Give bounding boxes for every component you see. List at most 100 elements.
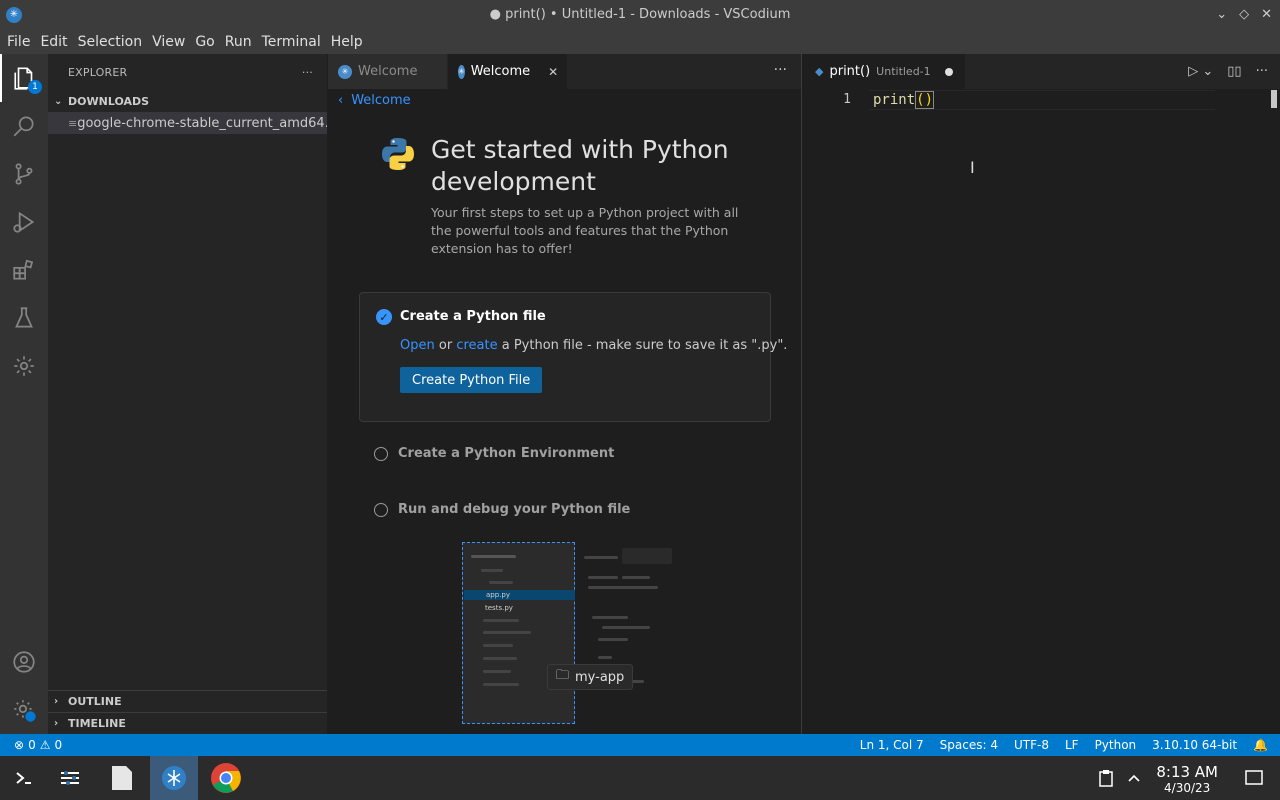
clock[interactable]: 8:13 AM 4/30/23 <box>1156 763 1218 795</box>
more-actions-icon[interactable]: ··· <box>1256 64 1268 79</box>
step-run-debug[interactable]: Run and debug your Python file <box>374 502 630 517</box>
step-create-python-file[interactable]: ✓ Create a Python file Open or create a … <box>359 292 787 422</box>
preview-file-app: app.py <box>464 590 575 600</box>
tab-welcome-active[interactable]: ✳ Welcome ✕ <box>448 54 568 89</box>
menu-file[interactable]: File <box>2 34 35 50</box>
explorer-header: EXPLORER ··· <box>48 54 327 90</box>
show-desktop-icon[interactable] <box>1230 756 1278 800</box>
timeline-section[interactable]: › TIMELINE <box>48 712 327 734</box>
left-tab-bar: ✳ Welcome ✳ Welcome ✕ ··· <box>328 54 801 89</box>
close-tab-icon[interactable]: ✕ <box>548 65 558 79</box>
settings-sliders-icon[interactable] <box>46 756 94 800</box>
error-count: 0 <box>28 738 36 752</box>
chrome-icon[interactable] <box>202 756 250 800</box>
file-item[interactable]: ≡ google-chrome-stable_current_amd64.... <box>48 112 327 134</box>
close-icon[interactable]: ✕ <box>1261 7 1272 22</box>
check-icon: ✓ <box>376 309 392 325</box>
radio-icon <box>374 502 388 517</box>
maximize-icon[interactable]: ◇ <box>1239 7 1249 22</box>
menu-terminal[interactable]: Terminal <box>257 34 326 50</box>
explorer-sidebar: EXPLORER ··· ⌄ DOWNLOADS ≡ google-chrome… <box>48 54 327 734</box>
vscodium-taskbar-icon[interactable] <box>150 756 198 800</box>
unsaved-dot-icon[interactable] <box>944 67 953 76</box>
chevron-right-icon: › <box>54 718 59 729</box>
right-editor-group: ◆ print() Untitled-1 ▷ ⌄ ▯▯ ··· 1 print(… <box>803 54 1280 734</box>
warning-count: 0 <box>54 738 63 752</box>
welcome-icon: ✳ <box>458 64 465 79</box>
menu-help[interactable]: Help <box>326 34 368 50</box>
file-icon: ≡ <box>68 116 78 130</box>
extensions-icon[interactable] <box>0 246 48 294</box>
taskbar: 8:13 AM 4/30/23 <box>0 756 1280 800</box>
manage-gear-icon[interactable] <box>0 686 48 734</box>
desc-text: a Python file - make sure to save it as … <box>497 338 788 353</box>
indentation[interactable]: Spaces: 4 <box>940 738 998 752</box>
tab-label: Welcome <box>470 64 531 79</box>
remote-settings-icon[interactable] <box>0 342 48 390</box>
step-label: Create a Python Environment <box>398 446 615 461</box>
activity-bar: 1 <box>0 54 48 734</box>
folder-label: DOWNLOADS <box>68 94 150 108</box>
file-manager-icon[interactable] <box>98 756 146 800</box>
encoding[interactable]: UTF-8 <box>1014 738 1049 752</box>
menu-view[interactable]: View <box>147 34 190 50</box>
run-file-icon[interactable]: ▷ ⌄ <box>1188 64 1213 79</box>
run-debug-icon[interactable] <box>0 198 48 246</box>
outline-label: OUTLINE <box>68 695 122 708</box>
code-line[interactable]: print() <box>873 91 935 109</box>
file-name: google-chrome-stable_current_amd64.... <box>77 115 327 131</box>
tab-label: Welcome <box>358 64 418 79</box>
create-link[interactable]: create <box>456 338 497 353</box>
accounts-icon[interactable] <box>0 638 48 686</box>
warning-icon: ⚠ <box>39 738 51 752</box>
error-icon: ⊗ <box>14 738 25 752</box>
breadcrumb[interactable]: ‹ Welcome <box>328 89 801 111</box>
open-link[interactable]: Open <box>400 338 435 353</box>
minimize-icon[interactable]: ⌄ <box>1216 7 1227 22</box>
code-parens: () <box>915 91 935 109</box>
tab-label: print() <box>829 64 871 79</box>
split-editor-icon[interactable]: ▯▯ <box>1227 64 1241 79</box>
editor-actions: ▷ ⌄ ▯▯ ··· <box>1188 64 1268 79</box>
chevron-down-icon: ⌄ <box>54 95 63 107</box>
step-title: Create a Python file <box>400 309 546 324</box>
search-icon[interactable] <box>0 102 48 150</box>
end-of-line[interactable]: LF <box>1065 738 1079 752</box>
python-interpreter[interactable]: 3.10.10 64-bit <box>1152 738 1237 752</box>
menu-run[interactable]: Run <box>220 34 257 50</box>
timeline-label: TIMELINE <box>68 717 126 730</box>
tab-untitled-1[interactable]: ◆ print() Untitled-1 <box>803 54 965 89</box>
breadcrumb-welcome[interactable]: Welcome <box>351 93 410 108</box>
app-launcher-icon[interactable] <box>0 756 48 800</box>
tab-welcome-inactive[interactable]: ✳ Welcome <box>328 54 448 89</box>
problems-indicator[interactable]: ⊗ 0 ⚠ 0 <box>14 738 62 752</box>
scrollbar-marker[interactable] <box>1271 90 1277 108</box>
create-python-file-button[interactable]: Create Python File <box>400 367 543 393</box>
text-cursor-icon: I <box>970 158 975 177</box>
language-mode[interactable]: Python <box>1095 738 1137 752</box>
step-create-environment[interactable]: Create a Python Environment <box>374 446 614 461</box>
desc-text: or <box>434 338 457 353</box>
menu-selection[interactable]: Selection <box>73 34 148 50</box>
editor-more-button[interactable]: ··· <box>774 62 787 78</box>
menu-edit[interactable]: Edit <box>35 34 72 50</box>
explorer-more-button[interactable]: ··· <box>302 66 313 79</box>
tray-expand-icon[interactable] <box>1110 756 1158 800</box>
chevron-left-icon: ‹ <box>338 92 344 108</box>
notifications-icon[interactable]: 🔔 <box>1253 738 1268 752</box>
testing-icon[interactable] <box>0 294 48 342</box>
explorer-icon[interactable]: 1 <box>0 54 48 102</box>
source-control-icon[interactable] <box>0 150 48 198</box>
downloads-folder-header[interactable]: ⌄ DOWNLOADS <box>48 90 327 112</box>
title-bar: ✳ ● print() • Untitled-1 - Downloads - V… <box>0 0 1280 29</box>
step-label: Run and debug your Python file <box>398 502 631 517</box>
cursor-position[interactable]: Ln 1, Col 7 <box>860 738 924 752</box>
outline-section[interactable]: › OUTLINE <box>48 690 327 712</box>
welcome-icon: ✳ <box>338 64 352 79</box>
python-logo-icon <box>382 138 414 170</box>
walkthrough-subtitle: Your first steps to set up a Python proj… <box>431 205 739 256</box>
preview-explorer-panel: app.py tests.py <box>462 542 575 724</box>
preview-folder-label: my-app <box>575 669 625 685</box>
menu-go[interactable]: Go <box>190 34 219 50</box>
clock-date: 4/30/23 <box>1164 781 1211 795</box>
